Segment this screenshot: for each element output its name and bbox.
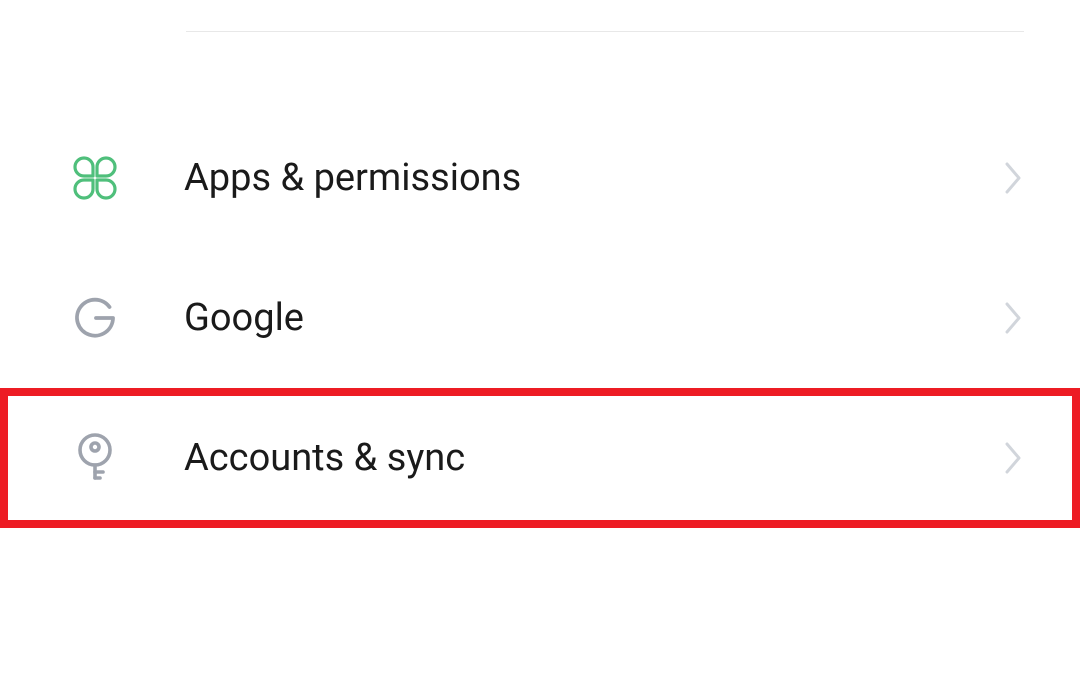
google-icon — [70, 293, 120, 343]
settings-item-google[interactable]: Google — [0, 248, 1080, 388]
settings-item-label: Accounts & sync — [184, 436, 1004, 480]
section-divider — [186, 31, 1024, 32]
chevron-right-icon — [1004, 301, 1024, 335]
key-icon — [70, 433, 120, 483]
chevron-right-icon — [1004, 161, 1024, 195]
settings-item-label: Google — [184, 296, 1004, 340]
chevron-right-icon — [1004, 441, 1024, 475]
clover-icon — [70, 153, 120, 203]
settings-list: Apps & permissions Google — [0, 108, 1080, 528]
settings-item-apps-permissions[interactable]: Apps & permissions — [0, 108, 1080, 248]
settings-item-accounts-sync[interactable]: Accounts & sync — [0, 388, 1080, 528]
settings-item-label: Apps & permissions — [184, 156, 1004, 200]
